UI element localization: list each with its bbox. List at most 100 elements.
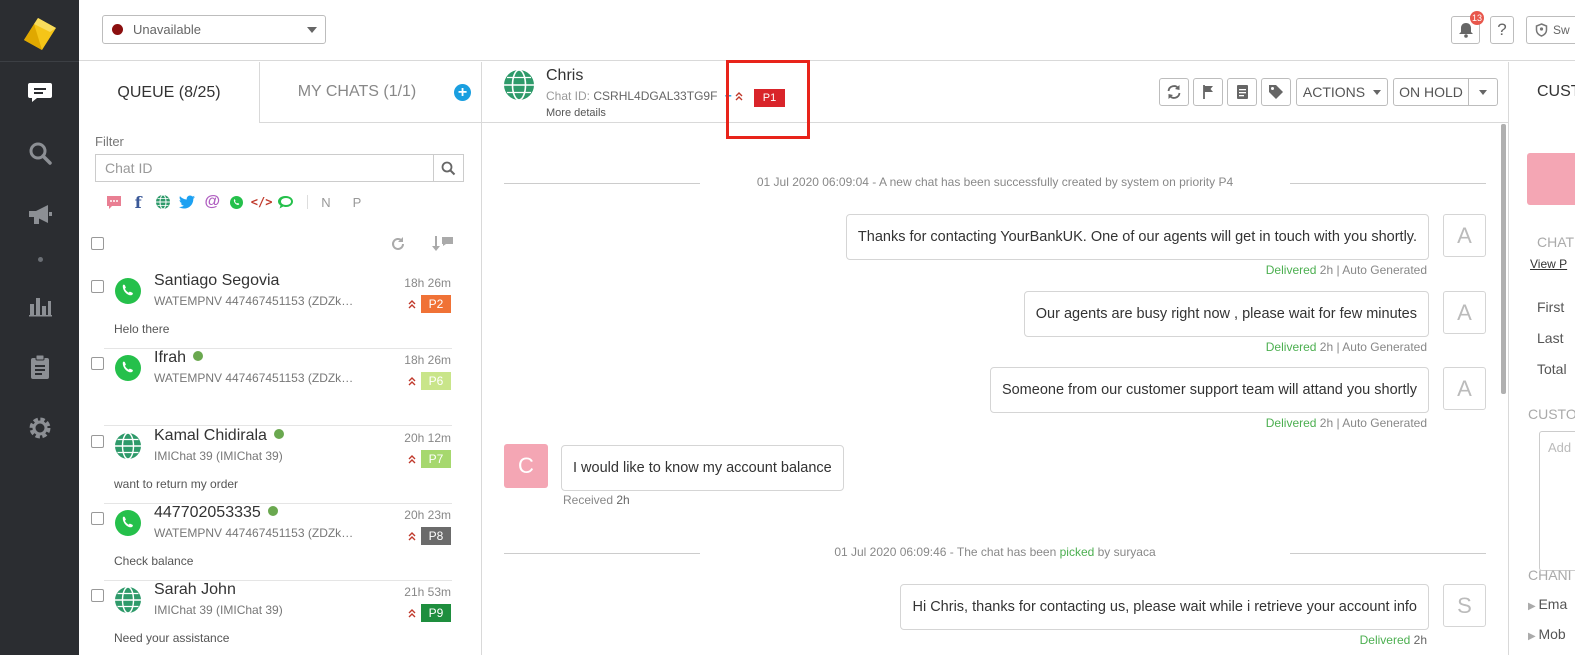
chevron-down-icon (1479, 89, 1487, 95)
code-channel-icon[interactable]: </> (251, 194, 273, 211)
queue-item[interactable]: 447702053335 WATEMPNV 447467451153 (ZDZkZ… (79, 504, 481, 581)
chat-panel: Chris Chat ID: CSRHL4DGAL33TG9F + More d… (482, 60, 1508, 655)
queue-item-name: 447702053335 (154, 504, 278, 522)
availability-select[interactable]: Unavailable (102, 15, 326, 44)
customer-panel-title: CUST (1537, 83, 1575, 100)
chat-id-filter-input[interactable]: Chat ID (95, 154, 434, 182)
chat-header: Chris Chat ID: CSRHL4DGAL33TG9F + More d… (482, 60, 1508, 139)
transfer-button[interactable] (1159, 78, 1189, 106)
view-profile-link[interactable]: View P (1530, 257, 1567, 271)
actions-dropdown[interactable]: ACTIONS (1296, 78, 1388, 106)
nav-dot (38, 257, 43, 262)
queue-panel: QUEUE (8/25) MY CHATS (1/1) + Filter Cha… (79, 62, 482, 655)
facebook-channel-icon[interactable]: f (130, 193, 147, 212)
filter-label: Filter (95, 134, 124, 149)
queue-item-source: WATEMPNV 447467451153 (ZDZkZDk4MmMxMzk4) (154, 294, 354, 308)
more-details-link[interactable]: More details (546, 107, 606, 119)
flag-button[interactable] (1193, 78, 1223, 106)
notes-button[interactable] (1227, 78, 1257, 106)
megaphone-nav-icon[interactable] (24, 199, 56, 231)
queue-item-source: IMIChat 39 (IMIChat 39) (154, 603, 283, 617)
first-label: First (1537, 299, 1565, 315)
chevron-down-icon (1373, 89, 1382, 95)
sort-icon[interactable] (432, 234, 454, 252)
customer-avatar: C (504, 444, 548, 488)
queue-item-priority-badge: P8 (421, 527, 451, 545)
queue-item[interactable]: Kamal Chidirala IMIChat 39 (IMIChat 39) 20… (79, 427, 481, 504)
queue-item-checkbox[interactable] (91, 280, 104, 293)
online-status-dot (273, 429, 284, 439)
web-channel-icon (115, 432, 141, 460)
twitter-channel-icon[interactable] (179, 194, 196, 211)
switch-label: Sw (1553, 23, 1570, 37)
system-message: 01 Jul 2020 06:09:46 - The chat has been… (504, 545, 1486, 561)
logo-icon (24, 18, 56, 50)
reports-nav-icon[interactable] (24, 289, 56, 321)
queue-item[interactable]: Sarah John IMIChat 39 (IMIChat 39) 21h 53m… (79, 581, 481, 655)
chat-id: Chat ID: CSRHL4DGAL33TG9F + (546, 89, 732, 103)
email-channel-icon[interactable]: @ (204, 193, 221, 211)
queue-item-name: Sarah John (154, 581, 236, 598)
tab-queue[interactable]: QUEUE (8/25) (79, 62, 259, 123)
add-chat-button[interactable]: + (454, 84, 471, 101)
queue-item-checkbox[interactable] (91, 589, 104, 602)
mobile-channel-row[interactable]: ▶ Mob (1528, 626, 1566, 642)
priority-up-icon (408, 377, 416, 386)
clipboard-nav-icon[interactable] (24, 351, 56, 383)
whatsapp-icon (115, 278, 141, 304)
on-hold-button[interactable]: ON HOLD (1393, 78, 1469, 106)
queue-item-source: WATEMPNV 447467451153 (ZDZkZDk4MmMxMzk4) (154, 526, 354, 540)
queue-item-name: Santiago Segovia (154, 272, 280, 289)
email-channel-row[interactable]: ▶ Ema (1528, 596, 1567, 612)
chat-nav-icon[interactable] (24, 76, 56, 108)
message-status: Delivered 2h | Auto Generated (1265, 416, 1427, 430)
custom-notes-textarea[interactable]: Add (1539, 431, 1575, 571)
queue-item-checkbox[interactable] (91, 435, 104, 448)
search-nav-icon[interactable] (24, 137, 56, 169)
queue-item-priority-badge: P6 (421, 372, 451, 390)
availability-value: Unavailable (133, 22, 201, 37)
status-dot-icon (112, 24, 123, 35)
notifications-button[interactable]: 13 (1451, 11, 1484, 44)
queue-item[interactable]: Santiago Segovia WATEMPNV 447467451153 (Z… (79, 272, 481, 349)
refresh-icon[interactable] (390, 236, 406, 252)
chat-scrollbar[interactable] (1501, 124, 1506, 394)
chat-id-label: Chat ID: (546, 89, 591, 103)
tab-my-chats[interactable]: MY CHATS (1/1) (259, 62, 482, 123)
message-status: Delivered 2h (1359, 633, 1427, 647)
queue-item[interactable]: Ifrah WATEMPNV 447467451153 (ZDZkZDk4MmMx… (79, 349, 481, 426)
agent-message-bubble: Thanks for contacting YourBankUK. One of… (845, 214, 1429, 260)
settings-nav-icon[interactable] (24, 412, 56, 444)
channel-filter-n[interactable]: N (318, 194, 335, 211)
select-all-checkbox[interactable] (91, 237, 104, 250)
customer-avatar-large (1527, 153, 1575, 205)
message-status: Delivered 2h | Auto Generated (1265, 340, 1427, 354)
custom-heading: CUSTO (1528, 406, 1575, 422)
sms-channel-icon[interactable] (105, 194, 122, 211)
queue-item-source: IMIChat 39 (IMIChat 39) (154, 449, 283, 463)
queue-item-last-message: Check balance (114, 554, 194, 568)
priority-up-icon (408, 532, 416, 541)
chevron-down-icon (307, 27, 317, 33)
priority-up-icon (408, 455, 416, 464)
chat-channel-icon[interactable] (278, 194, 295, 211)
system-message: 01 Jul 2020 06:09:04 - A new chat has be… (504, 175, 1486, 191)
on-hold-dropdown[interactable] (1468, 78, 1498, 106)
agent-avatar: S (1443, 584, 1486, 627)
queue-item-wait-time: 20h 12m (404, 431, 451, 445)
filter-search-button[interactable] (433, 154, 464, 182)
queue-item-checkbox[interactable] (91, 512, 104, 525)
web-channel-icon[interactable] (154, 194, 171, 211)
queue-item-priority-badge: P2 (421, 295, 451, 313)
queue-item-checkbox[interactable] (91, 357, 104, 370)
actions-label: ACTIONS (1302, 84, 1366, 100)
switch-profile-button[interactable]: Sw (1526, 16, 1575, 44)
message-status: Delivered 2h | Auto Generated (1265, 263, 1427, 277)
channel-filters: f @ </> N P (105, 193, 380, 212)
whatsapp-channel-icon[interactable] (228, 194, 245, 211)
tag-button[interactable] (1261, 78, 1291, 106)
channel-filter-p[interactable]: P (349, 194, 366, 211)
left-nav (0, 0, 79, 655)
customer-message-bubble: I would like to know my account balance (561, 445, 844, 491)
help-button[interactable]: ? (1490, 16, 1514, 44)
